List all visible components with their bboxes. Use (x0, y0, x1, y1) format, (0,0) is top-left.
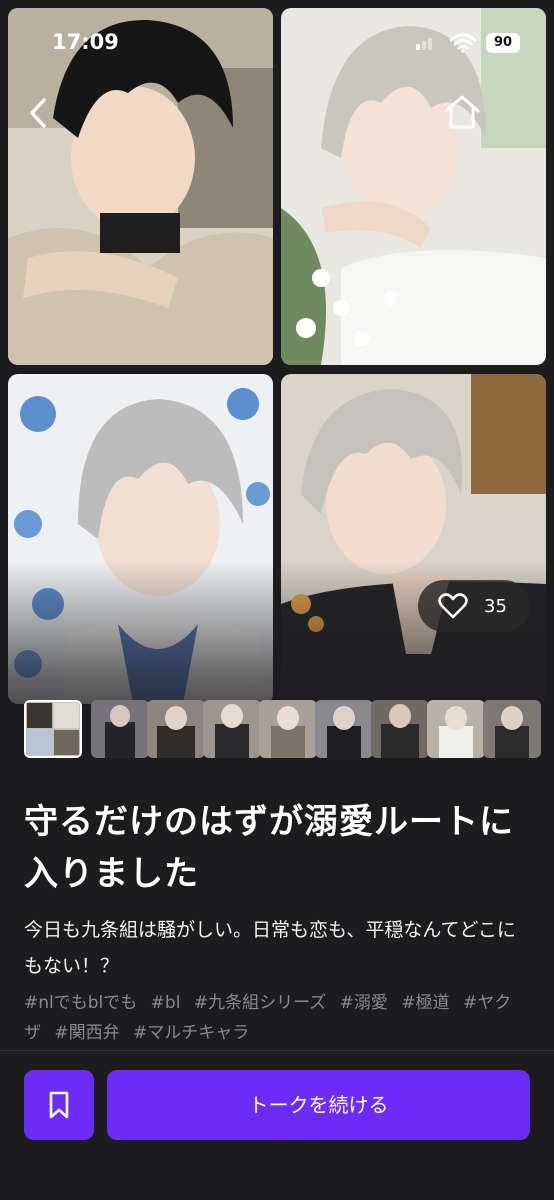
cellular-signal-icon (416, 38, 432, 50)
tag[interactable]: #溺愛 (340, 993, 388, 1013)
continue-talk-button[interactable]: トークを続ける (107, 1070, 530, 1140)
thumbnail-9[interactable] (483, 700, 541, 758)
tag[interactable]: #nlでもblでも (24, 993, 137, 1013)
thumbnail-8[interactable] (427, 700, 485, 758)
status-time: 17:09 (52, 30, 119, 54)
wifi-icon (450, 33, 476, 53)
home-icon[interactable] (440, 92, 484, 132)
thumbnail-collage[interactable] (24, 700, 82, 758)
thumbnail-2[interactable] (91, 700, 149, 758)
status-bar: 17:09 90 (0, 0, 554, 80)
bookmark-icon (49, 1091, 69, 1119)
bookmark-button[interactable] (24, 1070, 94, 1140)
thumbnail-4[interactable] (203, 700, 261, 758)
tag[interactable]: #関西弁 (54, 1023, 119, 1043)
thumbnail-6[interactable] (315, 700, 373, 758)
battery-indicator: 90 (486, 33, 520, 53)
story-description: 今日も九条組は騒がしい。日常も恋も、平穏なんてどこにもない！？ (24, 919, 516, 977)
tag[interactable]: #九条組シリーズ (194, 993, 326, 1013)
chevron-left-icon[interactable] (22, 94, 56, 132)
tag[interactable]: #bl (151, 993, 181, 1013)
like-count: 35 (484, 595, 507, 617)
thumbnail-7[interactable] (371, 700, 429, 758)
thumbnail-3[interactable] (147, 700, 205, 758)
thumbnail-strip[interactable] (24, 700, 554, 758)
story-title: 守るだけのはずが溺愛ルートに入りました (24, 802, 514, 894)
heart-icon (438, 593, 468, 619)
tag[interactable]: #極道 (401, 993, 449, 1013)
bottom-divider (0, 1050, 554, 1051)
like-button[interactable]: 35 (418, 580, 530, 632)
tag[interactable]: #マルチキャラ (133, 1023, 249, 1043)
tag-list: #nlでもblでも #bl #九条組シリーズ #溺愛 #極道 #ヤクザ #関西弁… (24, 988, 534, 1048)
thumbnail-5[interactable] (259, 700, 317, 758)
